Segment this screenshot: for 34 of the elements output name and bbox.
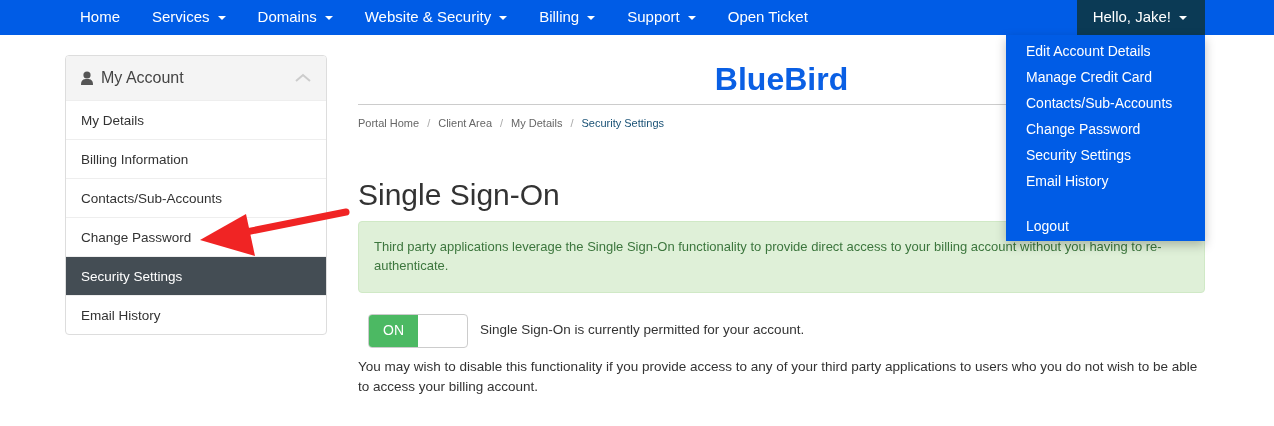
- dropdown-item[interactable]: Logout: [1006, 213, 1205, 239]
- breadcrumb-separator: /: [569, 116, 575, 131]
- breadcrumb-link[interactable]: Portal Home: [358, 115, 420, 132]
- user-menu-toggle[interactable]: Hello, Jake!: [1076, 0, 1205, 35]
- nav-link[interactable]: Services: [136, 0, 242, 35]
- dropdown-item[interactable]: Contacts/Sub-Accounts: [1006, 90, 1205, 116]
- nav-link[interactable]: Open Ticket: [711, 0, 824, 35]
- dropdown-item[interactable]: Email History: [1006, 168, 1205, 194]
- sidebar-item[interactable]: My Details: [66, 100, 326, 139]
- breadcrumb-separator: /: [499, 116, 505, 131]
- chevron-icon: [295, 73, 311, 83]
- nav-link[interactable]: Home: [64, 0, 136, 35]
- nav-link[interactable]: Billing: [523, 0, 612, 35]
- dropdown-item[interactable]: Change Password: [1006, 116, 1205, 142]
- nav-link[interactable]: Website & Security: [348, 0, 524, 35]
- sidebar-item[interactable]: Email History: [66, 295, 326, 334]
- breadcrumb-link[interactable]: Client Area: [438, 115, 492, 132]
- nav-link[interactable]: Domains: [241, 0, 349, 35]
- breadcrumb-link[interactable]: Security Settings: [581, 115, 665, 132]
- page-heading: Single Sign-On: [358, 176, 560, 213]
- status-text: Single Sign-On is currently permitted for your account.: [480, 321, 805, 340]
- sidebar-item[interactable]: Contacts/Sub-Accounts: [66, 178, 326, 217]
- user-icon: [81, 71, 93, 85]
- sidebar-item[interactable]: Billing Information: [66, 139, 326, 178]
- caret-icon: [1179, 15, 1187, 20]
- sidebar-item[interactable]: Security Settings: [66, 256, 326, 295]
- note-text: You may wish to disable this functionality if you provide access to any of your third party applications to users who you do not wish to be able to access your billing account.: [358, 357, 1199, 396]
- dropdown-item[interactable]: Security Settings: [1006, 142, 1205, 168]
- nav-link[interactable]: Support: [611, 0, 712, 35]
- sidebar-header[interactable]: My Account: [66, 56, 326, 100]
- dropdown-item[interactable]: Manage Credit Card: [1006, 64, 1205, 90]
- dropdown-item[interactable]: Edit Account Details: [1006, 38, 1205, 64]
- breadcrumb-link[interactable]: My Details: [511, 115, 563, 132]
- breadcrumb-separator: /: [426, 116, 432, 131]
